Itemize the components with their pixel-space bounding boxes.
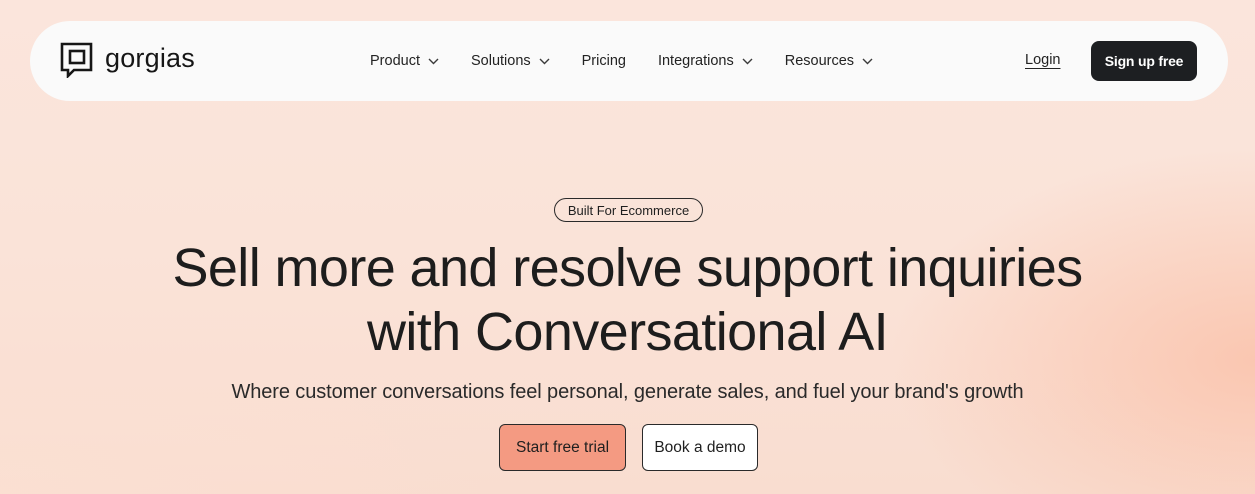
hero-headline: Sell more and resolve support inquiries … bbox=[0, 236, 1255, 364]
chevron-down-icon bbox=[539, 58, 550, 64]
gorgias-logo-icon bbox=[60, 42, 93, 78]
nav-item-pricing[interactable]: Pricing bbox=[582, 53, 626, 69]
nav-item-label: Integrations bbox=[657, 53, 734, 69]
hero-headline-line2: with Conversational AI bbox=[366, 302, 889, 362]
logo-link[interactable]: gorgias bbox=[60, 42, 195, 78]
nav-item-label: Pricing bbox=[581, 53, 626, 69]
main-nav: Product Solutions Pricing Integrations R… bbox=[370, 21, 905, 101]
login-link[interactable]: Login bbox=[1025, 52, 1060, 68]
chevron-down-icon bbox=[742, 58, 753, 64]
hero-headline-line1: Sell more and resolve support inquiries bbox=[172, 238, 1083, 298]
signup-button[interactable]: Sign up free bbox=[1091, 41, 1197, 81]
nav-item-product[interactable]: Product bbox=[370, 53, 439, 69]
logo-text: gorgias bbox=[105, 43, 195, 73]
hero-badge: Built For Ecommerce bbox=[554, 198, 703, 222]
nav-item-label: Solutions bbox=[470, 53, 531, 69]
chevron-down-icon bbox=[428, 58, 439, 64]
hero-subtitle: Where customer conversations feel person… bbox=[231, 381, 1024, 403]
nav-item-solutions[interactable]: Solutions bbox=[471, 53, 550, 69]
top-navbar: gorgias Product Solutions Pricing Integr… bbox=[30, 21, 1228, 101]
start-free-trial-button[interactable]: Start free trial bbox=[499, 424, 626, 471]
book-demo-button[interactable]: Book a demo bbox=[642, 424, 758, 471]
nav-item-integrations[interactable]: Integrations bbox=[658, 53, 753, 69]
chevron-down-icon bbox=[862, 58, 873, 64]
nav-item-label: Product bbox=[370, 53, 420, 69]
nav-item-label: Resources bbox=[784, 53, 855, 69]
nav-item-resources[interactable]: Resources bbox=[785, 53, 873, 69]
